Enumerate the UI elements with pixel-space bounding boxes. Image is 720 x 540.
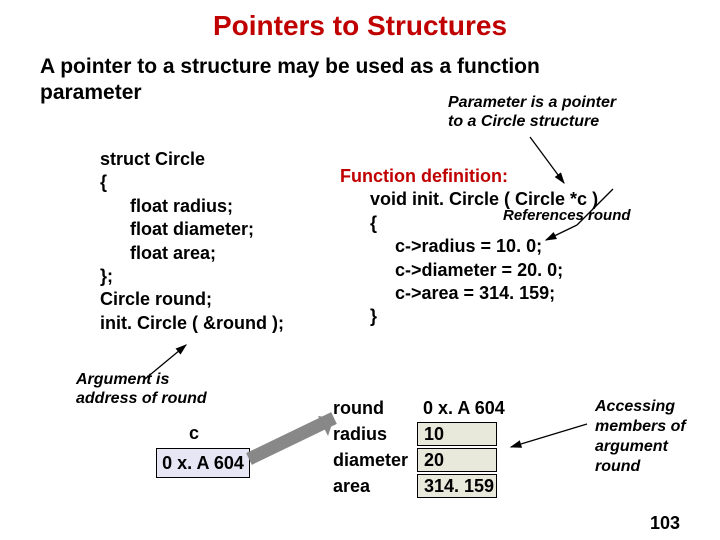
round-addr: 0 x. A 604 <box>417 398 505 419</box>
function-code-block: Function definition: void init. Circle (… <box>340 165 598 329</box>
memory-header-row: round 0 x. A 604 <box>333 395 505 421</box>
round-label: round <box>333 398 417 419</box>
memory-diagram: round 0 x. A 604 radius 10 diameter 20 a… <box>333 395 505 499</box>
slide: Pointers to Structures A pointer to a st… <box>0 0 720 540</box>
struct-l5: float area; <box>130 242 284 265</box>
func-close: } <box>370 305 598 328</box>
c-address-box: 0 x. A 604 <box>156 448 250 478</box>
func-b3: c->area = 314. 159; <box>395 282 598 305</box>
func-header: Function definition: <box>340 165 598 188</box>
memory-row: area 314. 159 <box>333 473 505 499</box>
struct-l7: Circle round; <box>100 288 284 311</box>
intro-line2: parameter <box>40 81 142 104</box>
struct-l2: { <box>100 171 284 194</box>
field-value: 314. 159 <box>417 474 497 498</box>
note-accessing: Accessing members of argument round <box>595 397 686 477</box>
note-parameter: Parameter is a pointer to a Circle struc… <box>448 93 616 131</box>
field-name: radius <box>333 424 417 445</box>
note-access-l3: argument <box>595 438 668 455</box>
slide-title: Pointers to Structures <box>40 10 680 42</box>
func-b2: c->diameter = 20. 0; <box>395 259 598 282</box>
struct-l4: float diameter; <box>130 218 284 241</box>
intro-line1: A pointer to a structure may be used as … <box>40 55 540 78</box>
memory-row: radius 10 <box>333 421 505 447</box>
note-references: References round <box>503 207 631 224</box>
page-number: 103 <box>650 513 680 534</box>
func-b1: c->radius = 10. 0; <box>395 235 598 258</box>
struct-code-block: struct Circle { float radius; float diam… <box>100 148 284 335</box>
note-arg-l2: address of round <box>76 390 207 407</box>
note-access-l2: members of <box>595 418 686 435</box>
c-variable-label: c <box>189 423 199 444</box>
struct-l8: init. Circle ( &round ); <box>100 312 284 335</box>
field-name: area <box>333 476 417 497</box>
note-access-l1: Accessing <box>595 398 675 415</box>
note-arg-l1: Argument is <box>76 371 169 388</box>
memory-row: diameter 20 <box>333 447 505 473</box>
struct-l1: struct Circle <box>100 148 284 171</box>
field-value: 20 <box>417 448 497 472</box>
note-access-l4: round <box>595 458 640 475</box>
note-param-l1: Parameter is a pointer <box>448 94 616 111</box>
field-name: diameter <box>333 450 417 471</box>
note-param-l2: to a Circle structure <box>448 112 616 131</box>
field-value: 10 <box>417 422 497 446</box>
struct-l6: }; <box>100 265 284 288</box>
struct-l3: float radius; <box>130 195 284 218</box>
note-argument: Argument is address of round <box>76 370 207 408</box>
